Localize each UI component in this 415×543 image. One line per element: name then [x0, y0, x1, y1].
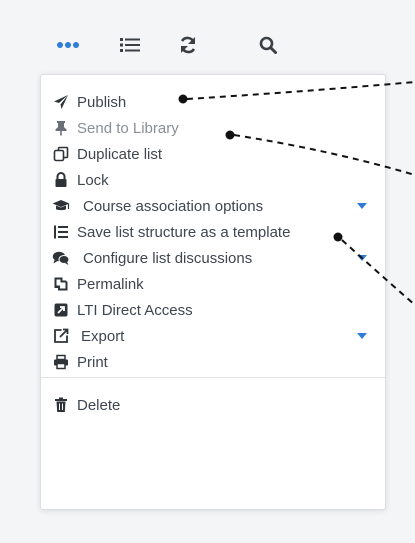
- menu-item-label: Duplicate list: [77, 145, 163, 163]
- copy-icon: [51, 144, 71, 164]
- paper-plane-icon: [51, 92, 71, 112]
- menu-item-label: Configure list discussions: [83, 249, 253, 267]
- menu-item-label: Publish: [77, 93, 127, 111]
- list-icon: [120, 38, 140, 52]
- menu-item-save-list-structure[interactable]: Save list structure as a template: [41, 219, 385, 245]
- comments-icon: [51, 248, 71, 268]
- refresh-icon: [180, 36, 196, 54]
- menu-item-lock[interactable]: Lock: [41, 167, 385, 193]
- menu-item-export[interactable]: Export: [41, 323, 385, 349]
- chevron-down-icon: [357, 333, 367, 339]
- menu-divider: [41, 377, 385, 378]
- menu-item-lti-direct-access[interactable]: LTI Direct Access: [41, 297, 385, 323]
- menu-item-duplicate-list[interactable]: Duplicate list: [41, 141, 385, 167]
- menu-item-send-to-library[interactable]: Send to Library: [41, 115, 385, 141]
- more-icon: [57, 42, 79, 48]
- trash-icon: [51, 395, 71, 415]
- chevron-down-icon: [357, 203, 367, 209]
- menu-item-label: LTI Direct Access: [77, 301, 193, 319]
- menu-item-configure-list-discussions[interactable]: Configure list discussions: [41, 245, 385, 271]
- menu-item-label: Permalink: [77, 275, 144, 293]
- list-view-button[interactable]: [115, 30, 145, 60]
- menu-item-publish[interactable]: Publish: [41, 89, 385, 115]
- menu-item-delete[interactable]: Delete: [41, 392, 385, 418]
- menu-item-permalink[interactable]: Permalink: [41, 271, 385, 297]
- menu-item-label: Export: [81, 327, 125, 345]
- list-template-icon: [51, 222, 71, 242]
- refresh-button[interactable]: [173, 30, 203, 60]
- external-square-icon: [51, 300, 71, 320]
- toolbar: [0, 0, 415, 80]
- menu-item-label: Lock: [77, 171, 109, 189]
- menu-item-course-association-options[interactable]: Course association options: [41, 193, 385, 219]
- more-options-button[interactable]: [53, 30, 83, 60]
- chevron-down-icon: [357, 255, 367, 261]
- menu-item-label: Delete: [77, 396, 121, 414]
- menu-item-label: Save list structure as a template: [77, 223, 291, 241]
- menu-item-label: Print: [77, 353, 108, 371]
- search-button[interactable]: [253, 30, 283, 60]
- menu-item-print[interactable]: Print: [41, 349, 385, 375]
- permalink-icon: [51, 274, 71, 294]
- lock-icon: [51, 170, 71, 190]
- menu-item-label: Course association options: [83, 197, 264, 215]
- print-icon: [51, 352, 71, 372]
- export-icon: [51, 326, 71, 346]
- menu-item-label: Send to Library: [77, 119, 179, 137]
- search-icon: [259, 36, 277, 54]
- graduation-cap-icon: [51, 196, 71, 216]
- actions-dropdown-menu: Publish Send to Library Duplicate list L…: [40, 74, 386, 510]
- pin-icon: [51, 118, 71, 138]
